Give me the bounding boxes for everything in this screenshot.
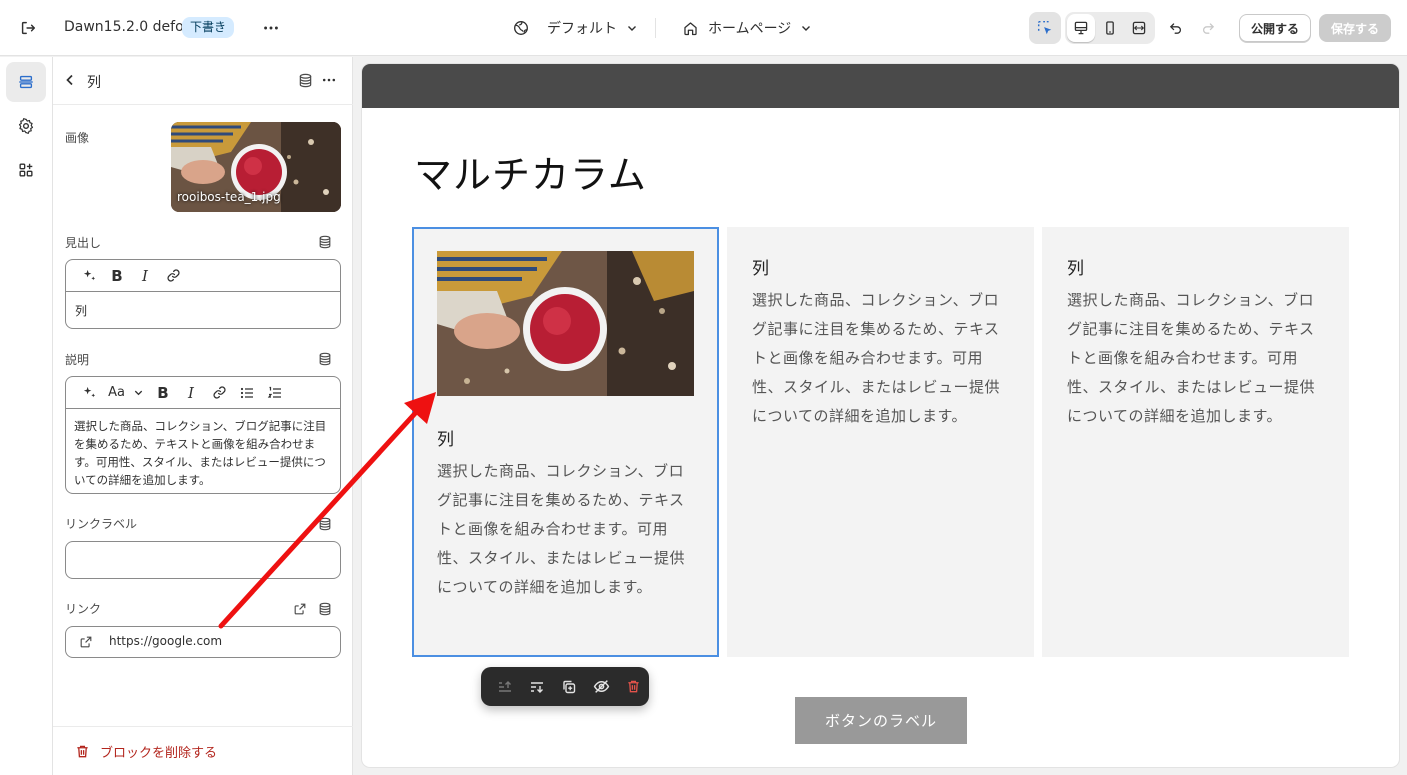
- heading-label: 見出し: [65, 236, 102, 250]
- theme-selector-label: デフォルト: [547, 21, 617, 37]
- header-section[interactable]: [362, 64, 1399, 108]
- link-label-input[interactable]: [65, 541, 341, 579]
- delete-block-label: ブロックを削除する: [100, 746, 218, 761]
- heading-editor: B I 列: [65, 259, 341, 329]
- bold-icon[interactable]: B: [103, 264, 131, 288]
- fullwidth-icon[interactable]: [1125, 14, 1153, 42]
- database-icon[interactable]: [294, 69, 316, 91]
- heading-toolbar: B I: [66, 260, 340, 292]
- font-size-label: Aa: [108, 385, 125, 400]
- link-icon[interactable]: [205, 381, 233, 405]
- divider: [53, 726, 353, 727]
- move-up-icon[interactable]: [489, 672, 521, 702]
- column-text: 選択した商品、コレクション、ブログ記事に注目を集めるため、テキストと画像を組み合…: [437, 462, 686, 596]
- font-size-dropdown[interactable]: Aa: [103, 381, 149, 405]
- image-filename: rooibos-tea_1.jpg: [177, 190, 281, 204]
- apps-icon[interactable]: [6, 150, 46, 190]
- status-badge: 下書き: [182, 17, 235, 38]
- delete-block-button[interactable]: ブロックを削除する: [75, 742, 217, 761]
- globe-icon: [512, 19, 530, 37]
- more-icon[interactable]: [318, 69, 340, 91]
- redo-icon[interactable]: [1194, 14, 1222, 42]
- save-button[interactable]: 保存する: [1319, 14, 1391, 42]
- column-block-selected[interactable]: 列 選択した商品、コレクション、ブログ記事に注目を集めるため、テキストと画像を組…: [412, 227, 719, 657]
- desktop-icon[interactable]: [1067, 14, 1095, 42]
- duplicate-icon[interactable]: [553, 672, 585, 702]
- description-editor: Aa B I 選択した商品、コレクション、ブログ記事に注目を集めるため、テキスト…: [65, 376, 341, 494]
- publish-button[interactable]: 公開する: [1239, 14, 1311, 42]
- exit-icon[interactable]: [14, 14, 42, 42]
- bold-icon[interactable]: B: [149, 381, 177, 405]
- left-rail: [0, 57, 53, 775]
- database-icon[interactable]: [315, 514, 335, 534]
- description-toolbar: Aa B I: [66, 377, 340, 409]
- back-chevron-icon[interactable]: [59, 69, 81, 91]
- page-selector[interactable]: ホームページ: [682, 18, 812, 38]
- cta-button[interactable]: ボタンのラベル: [795, 697, 967, 744]
- divider: [53, 104, 353, 105]
- chevron-down-icon: [800, 22, 812, 34]
- chevron-down-icon: [133, 387, 144, 398]
- undo-icon[interactable]: [1162, 14, 1190, 42]
- description-label: 説明: [65, 353, 90, 367]
- top-bar: Dawn15.2.0 defo 下書き デフォルト ホームページ 公開する 保存…: [0, 0, 1407, 56]
- link-input[interactable]: https://google.com: [65, 626, 341, 658]
- chevron-down-icon: [626, 22, 638, 34]
- move-down-icon[interactable]: [521, 672, 553, 702]
- home-icon: [682, 20, 699, 37]
- panel-title: 列: [87, 75, 101, 91]
- trash-icon[interactable]: [617, 672, 649, 702]
- column-image: [437, 251, 694, 396]
- theme-selector[interactable]: デフォルト: [512, 18, 638, 38]
- block-settings-panel: 列 画像 rooibos-tea_1.jpg 見出し B I 列 説明 Aa B…: [53, 57, 353, 775]
- link-label-label: リンクラベル: [65, 517, 138, 531]
- block-toolbar: [481, 667, 649, 706]
- settings-icon[interactable]: [6, 106, 46, 146]
- external-link-icon: [79, 635, 93, 649]
- magic-icon[interactable]: [75, 264, 103, 288]
- bullet-list-icon[interactable]: [233, 381, 261, 405]
- page-selector-label: ホームページ: [708, 21, 792, 37]
- viewport-toggle: [1065, 12, 1155, 44]
- theme-name: Dawn15.2.0 defo: [64, 19, 184, 35]
- column-block[interactable]: 列 選択した商品、コレクション、ブログ記事に注目を集めるため、テキストと画像を組…: [1042, 227, 1349, 657]
- mobile-icon[interactable]: [1096, 14, 1124, 42]
- column-title: 列: [752, 259, 769, 279]
- link-field-label: リンク: [65, 602, 102, 616]
- numbered-list-icon[interactable]: [261, 381, 289, 405]
- sections-icon[interactable]: [6, 62, 46, 102]
- database-icon[interactable]: [315, 232, 335, 252]
- preview-canvas: マルチカラム 列 選択した商品、コレクション、ブログ記事に注目を集めるため、テキ…: [362, 64, 1399, 767]
- external-link-icon[interactable]: [290, 599, 310, 619]
- link-value: https://google.com: [109, 634, 223, 648]
- more-icon[interactable]: [257, 14, 285, 42]
- column-text: 選択した商品、コレクション、ブログ記事に注目を集めるため、テキストと画像を組み合…: [752, 291, 1001, 425]
- magic-icon[interactable]: [75, 381, 103, 405]
- database-icon[interactable]: [315, 349, 335, 369]
- column-text: 選択した商品、コレクション、ブログ記事に注目を集めるため、テキストと画像を組み合…: [1067, 291, 1316, 425]
- divider: [655, 18, 656, 38]
- select-cursor-icon[interactable]: [1029, 12, 1061, 44]
- italic-icon[interactable]: I: [177, 381, 205, 405]
- trash-icon: [75, 744, 90, 759]
- description-input[interactable]: 選択した商品、コレクション、ブログ記事に注目を集めるため、テキストと画像を組み合…: [74, 417, 332, 489]
- database-icon[interactable]: [315, 599, 335, 619]
- italic-icon[interactable]: I: [131, 264, 159, 288]
- link-icon[interactable]: [159, 264, 187, 288]
- column-title: 列: [437, 430, 454, 450]
- column-title: 列: [1067, 259, 1084, 279]
- hide-icon[interactable]: [585, 672, 617, 702]
- image-picker[interactable]: rooibos-tea_1.jpg: [171, 122, 341, 212]
- column-block[interactable]: 列 選択した商品、コレクション、ブログ記事に注目を集めるため、テキストと画像を組…: [727, 227, 1034, 657]
- section-title[interactable]: マルチカラム: [414, 144, 647, 199]
- heading-input[interactable]: 列: [75, 302, 87, 319]
- image-label: 画像: [65, 131, 90, 145]
